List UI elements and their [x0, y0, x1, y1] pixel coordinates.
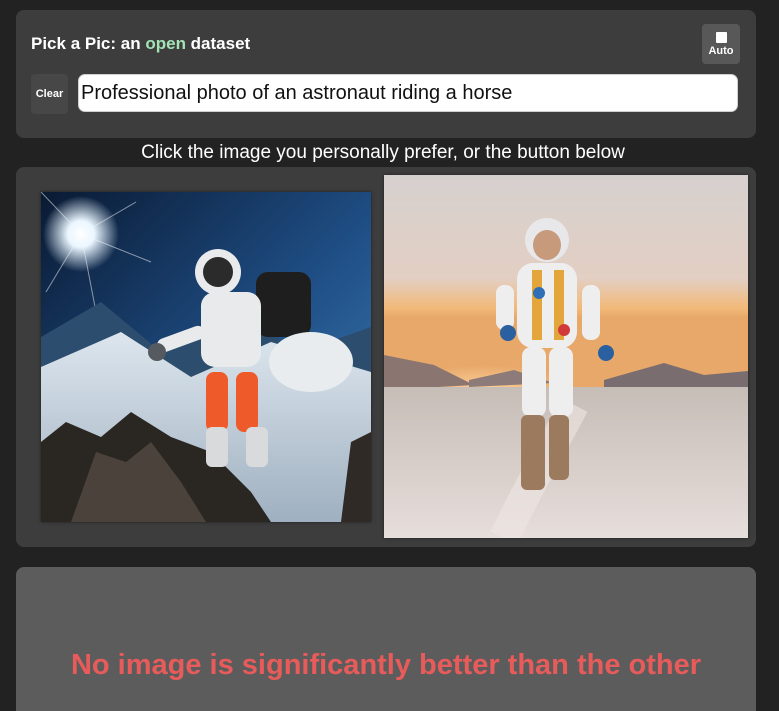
prompt-input[interactable]	[78, 74, 738, 112]
title-suffix: dataset	[185, 34, 251, 53]
astronaut-desert-image[interactable]	[384, 175, 748, 538]
no-preference-button[interactable]: No image is significantly better than th…	[16, 567, 756, 711]
astronaut-mountain-image[interactable]	[41, 192, 371, 522]
auto-label: Auto	[708, 44, 734, 57]
instruction-text: Click the image you personally prefer, o…	[141, 142, 625, 163]
image-panel	[16, 167, 756, 547]
no-preference-label: No image is significantly better than th…	[70, 649, 702, 681]
image-option-left[interactable]	[41, 192, 371, 522]
page-title: Pick a Pic: an open dataset	[31, 34, 250, 54]
auto-toggle-button[interactable]: Auto	[702, 24, 740, 64]
clear-button[interactable]: Clear	[31, 74, 68, 114]
checkbox-icon[interactable]	[715, 31, 727, 43]
header-card: Pick a Pic: an open dataset Auto Clear	[16, 10, 756, 138]
title-accent: open	[145, 34, 186, 53]
title-prefix: Pick a Pic: an	[31, 34, 146, 53]
page: Pick a Pic: an open dataset Auto Clear C…	[0, 0, 779, 711]
image-option-right[interactable]	[384, 175, 748, 538]
